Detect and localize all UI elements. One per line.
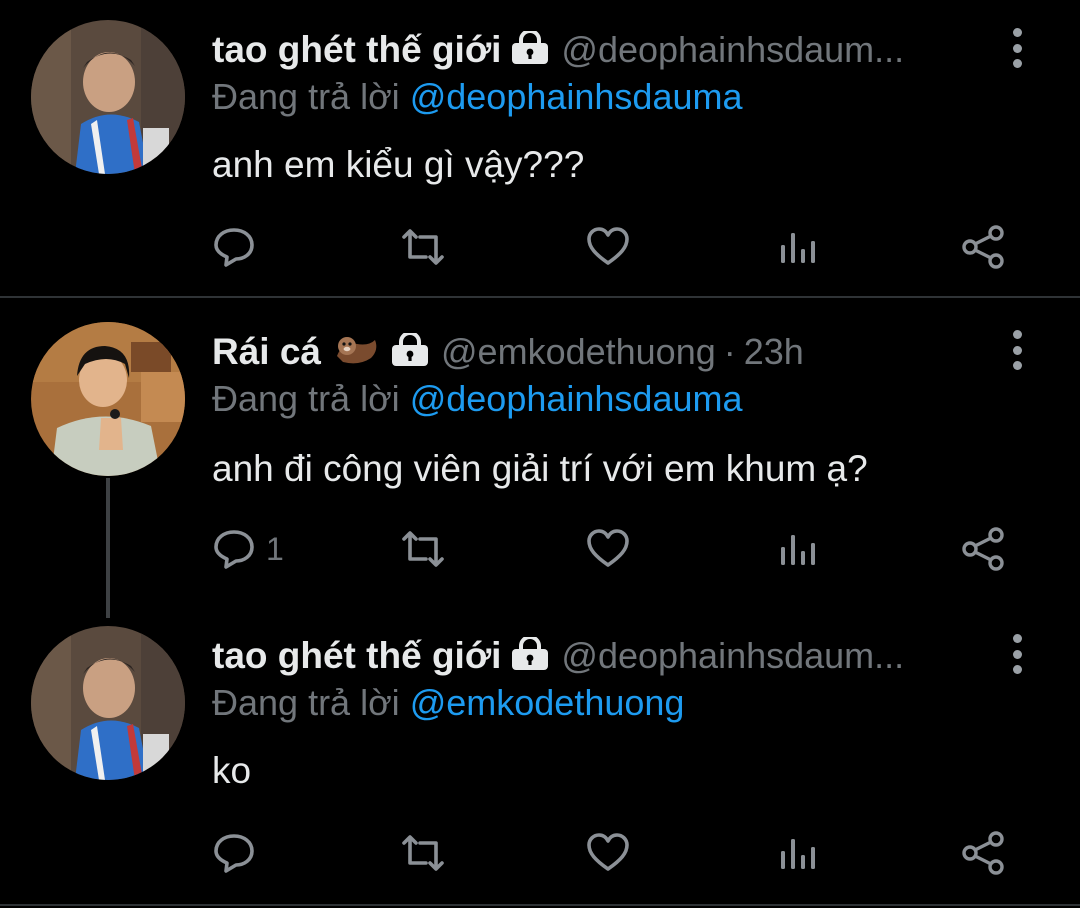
- heart-icon: [585, 527, 631, 571]
- replying-prefix: Đang trả lời: [212, 378, 400, 419]
- reply-count: 1: [266, 530, 284, 567]
- divider: [0, 904, 1080, 906]
- tweet[interactable]: tao ghét thế giới @deophainhsdaum... Đan…: [0, 608, 1080, 908]
- replying-to: Đang trả lời @deophainhsdauma: [212, 378, 743, 420]
- timestamp[interactable]: 23h: [744, 331, 804, 373]
- display-name[interactable]: Rái cá: [212, 331, 321, 373]
- tweet-text: anh đi công viên giải trí với em khum ạ?: [212, 448, 868, 489]
- share-button[interactable]: [960, 524, 1006, 574]
- replying-prefix: Đang trả lời: [212, 76, 400, 117]
- replying-prefix: Đang trả lời: [212, 682, 400, 723]
- user-handle[interactable]: @deophainhsdaum...: [561, 29, 904, 71]
- lock-icon: [511, 28, 549, 70]
- tweet[interactable]: Rái cá @emkodethuong · 23h Đang trả lời …: [0, 298, 1080, 608]
- tweet-actions: [212, 222, 1012, 272]
- tweet-actions: [212, 828, 1012, 878]
- user-handle[interactable]: @emkodethuong: [441, 331, 716, 373]
- like-button[interactable]: [585, 524, 631, 574]
- retweet-button[interactable]: [398, 524, 448, 574]
- views-icon: [777, 227, 817, 267]
- reply-icon: [212, 225, 256, 269]
- heart-icon: [585, 831, 631, 875]
- views-icon: [777, 529, 817, 569]
- retweet-icon: [398, 527, 448, 571]
- share-button[interactable]: [960, 828, 1006, 878]
- retweet-icon: [398, 225, 448, 269]
- like-button[interactable]: [585, 828, 631, 878]
- mention-link[interactable]: @deophainhsdauma: [410, 378, 743, 419]
- retweet-button[interactable]: [398, 222, 448, 272]
- reply-button[interactable]: 1: [212, 524, 284, 574]
- display-name[interactable]: tao ghét thế giới: [212, 29, 501, 71]
- views-icon: [777, 833, 817, 873]
- tweet-text: anh em kiểu gì vậy???: [212, 144, 585, 185]
- tweet-header: tao ghét thế giới @deophainhsdaum...: [212, 24, 1020, 76]
- separator-dot: ·: [723, 331, 736, 372]
- replying-to: Đang trả lời @emkodethuong: [212, 682, 684, 724]
- mention-link[interactable]: @deophainhsdauma: [410, 76, 743, 117]
- tweet-text: ko: [212, 750, 252, 791]
- display-name[interactable]: tao ghét thế giới: [212, 635, 501, 677]
- avatar[interactable]: [31, 626, 185, 780]
- tweet[interactable]: tao ghét thế giới @deophainhsdaum... Đan…: [0, 0, 1080, 296]
- share-button[interactable]: [960, 222, 1006, 272]
- tweet-header: Rái cá @emkodethuong · 23h: [212, 326, 1020, 378]
- views-button[interactable]: [777, 222, 817, 272]
- tweet-actions: 1: [212, 524, 1012, 574]
- more-vertical-icon[interactable]: [1010, 634, 1024, 674]
- user-handle[interactable]: @deophainhsdaum...: [561, 635, 904, 677]
- reply-button[interactable]: [212, 222, 266, 272]
- reply-icon: [212, 831, 256, 875]
- more-vertical-icon[interactable]: [1010, 330, 1024, 370]
- share-icon: [960, 526, 1006, 572]
- views-button[interactable]: [777, 828, 817, 878]
- share-icon: [960, 830, 1006, 876]
- mention-link[interactable]: @emkodethuong: [410, 682, 685, 723]
- avatar[interactable]: [31, 322, 185, 476]
- lock-icon: [391, 330, 429, 372]
- otter-emoji-icon: [333, 332, 381, 373]
- views-button[interactable]: [777, 524, 817, 574]
- share-icon: [960, 224, 1006, 270]
- avatar[interactable]: [31, 20, 185, 174]
- lock-icon: [511, 634, 549, 676]
- retweet-icon: [398, 831, 448, 875]
- reply-icon: [212, 527, 256, 571]
- retweet-button[interactable]: [398, 828, 448, 878]
- thread-connector: [106, 478, 110, 618]
- replying-to: Đang trả lời @deophainhsdauma: [212, 76, 743, 118]
- tweet-header: tao ghét thế giới @deophainhsdaum...: [212, 630, 1020, 682]
- more-vertical-icon[interactable]: [1010, 28, 1024, 68]
- heart-icon: [585, 225, 631, 269]
- reply-button[interactable]: [212, 828, 266, 878]
- like-button[interactable]: [585, 222, 631, 272]
